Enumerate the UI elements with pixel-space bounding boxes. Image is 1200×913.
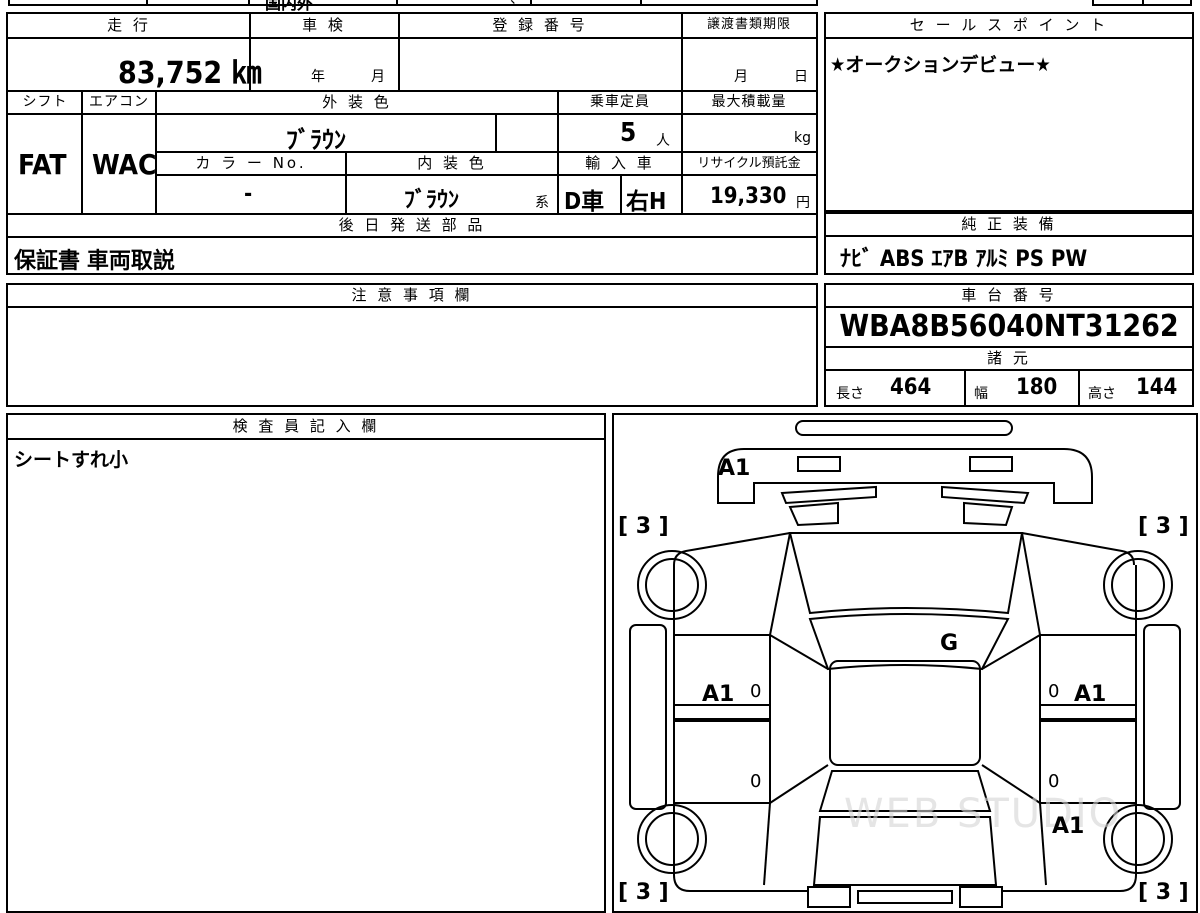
mark-hood-glass: G: [940, 631, 958, 656]
sales-points-header: セ ー ル ス ポ イ ン ト: [826, 14, 1192, 39]
recycle-header: リサイクル預託金: [682, 153, 816, 176]
max-load-unit: kg: [794, 130, 811, 146]
mark-front-bumper: A1: [718, 456, 750, 481]
mileage-header: 走 行: [8, 14, 250, 39]
width-label: 幅: [974, 386, 988, 402]
interior-color-suffix: 系: [535, 195, 549, 211]
mark-tire-rl: [ 3 ]: [618, 880, 669, 905]
max-load-header: 最大積載量: [682, 92, 816, 115]
capacity-unit: 人: [656, 133, 670, 149]
recycle-unit: 円: [796, 195, 810, 211]
top-fragment-b: 、: [510, 0, 524, 8]
deadline-day-unit: 日: [794, 69, 808, 85]
mark-front-left-door: A1: [702, 682, 734, 707]
mark-tire-fl: [ 3 ]: [618, 514, 669, 539]
mark-rear-right-quarter: A1: [1052, 814, 1084, 839]
mark-tire-fr: [ 3 ]: [1138, 514, 1189, 539]
capacity-value: 5: [620, 118, 637, 148]
shift-value: FAT: [18, 148, 67, 181]
shaken-header: 車 検: [250, 14, 398, 39]
aircon-header: エアコン: [82, 92, 156, 115]
length-label: 長さ: [836, 386, 864, 402]
mark-tire-rr: [ 3 ]: [1138, 880, 1189, 905]
chassis-block: 車 台 番 号 WBA8B56040NT31262 諸 元 長さ 464 幅 1…: [824, 283, 1194, 407]
mark-zero-3: 0: [750, 771, 761, 792]
mark-zero-1: 0: [750, 681, 761, 702]
later-parts-header: 後 日 発 送 部 品: [8, 215, 816, 238]
import-dealer: D車: [564, 189, 605, 215]
import-steering: 右H: [626, 189, 667, 215]
registration-header: 登 録 番 号: [398, 14, 682, 39]
color-no-value: -: [244, 182, 253, 207]
later-parts-value: 保証書 車両取説: [14, 249, 175, 274]
shaken-year-unit: 年: [311, 69, 325, 85]
length-value: 464: [890, 375, 932, 400]
car-diagram: WEB STUDIO A1 G A1 A1 A1 [ 3 ] [ 3 ] [ 3…: [618, 420, 1189, 908]
inspector-value: シートすれ小: [14, 449, 129, 471]
chassis-header: 車 台 番 号: [826, 285, 1192, 308]
vehicle-info-block: 走 行 車 検 登 録 番 号 譲渡書類期限 83,752 ㎞ 年 月 月 日 …: [6, 12, 818, 275]
sales-points-block: セ ー ル ス ポ イ ン ト ★オークションデビュー★: [824, 12, 1194, 212]
inspector-block: 検 査 員 記 入 欄 シートすれ小: [6, 413, 606, 913]
deadline-month-unit: 月: [734, 69, 748, 85]
shaken-month-unit: 月: [371, 69, 385, 85]
exterior-color-header: 外 装 色: [156, 92, 558, 115]
specs-header: 諸 元: [826, 348, 1192, 371]
width-value: 180: [1016, 375, 1058, 400]
notes-block: 注 意 事 項 欄: [6, 283, 818, 407]
genuine-equipment-block: 純 正 装 備 ﾅﾋﾞ ABS ｴｱB ｱﾙﾐ PS PW: [824, 212, 1194, 275]
interior-color-value: ﾌﾞﾗｳﾝ: [404, 188, 460, 213]
mark-zero-2: 0: [1048, 681, 1059, 702]
genuine-equipment-header: 純 正 装 備: [826, 214, 1192, 237]
exterior-color-value: ﾌﾞﾗｳﾝ: [286, 126, 346, 154]
mileage-value: 83,752 ㎞: [118, 56, 262, 91]
capacity-header: 乗車定員: [558, 92, 682, 115]
notes-header: 注 意 事 項 欄: [8, 285, 816, 308]
mark-front-right-door: A1: [1074, 682, 1106, 707]
aircon-value: WAC: [92, 148, 157, 181]
top-strip: 国内外 、: [8, 0, 818, 13]
shift-header: シフト: [8, 92, 82, 115]
height-value: 144: [1136, 375, 1178, 400]
height-label: 高さ: [1088, 386, 1116, 402]
top-strip-right: [1092, 0, 1192, 6]
genuine-equipment-value: ﾅﾋﾞ ABS ｴｱB ｱﾙﾐ PS PW: [840, 247, 1088, 272]
car-diagram-panel: WEB STUDIO A1 G A1 A1 A1 [ 3 ] [ 3 ] [ 3…: [612, 413, 1198, 913]
interior-color-header: 内 装 色: [346, 153, 558, 176]
import-header: 輸 入 車: [558, 153, 682, 176]
transfer-deadline-header: 譲渡書類期限: [682, 14, 816, 39]
mark-zero-4: 0: [1048, 771, 1059, 792]
chassis-number: WBA8B56040NT31262: [839, 309, 1179, 344]
sales-points-value: ★オークションデビュー★: [830, 54, 1051, 76]
color-no-header: カ ラ ー No.: [156, 153, 346, 176]
recycle-value: 19,330: [710, 184, 787, 209]
inspector-header: 検 査 員 記 入 欄: [8, 415, 604, 440]
